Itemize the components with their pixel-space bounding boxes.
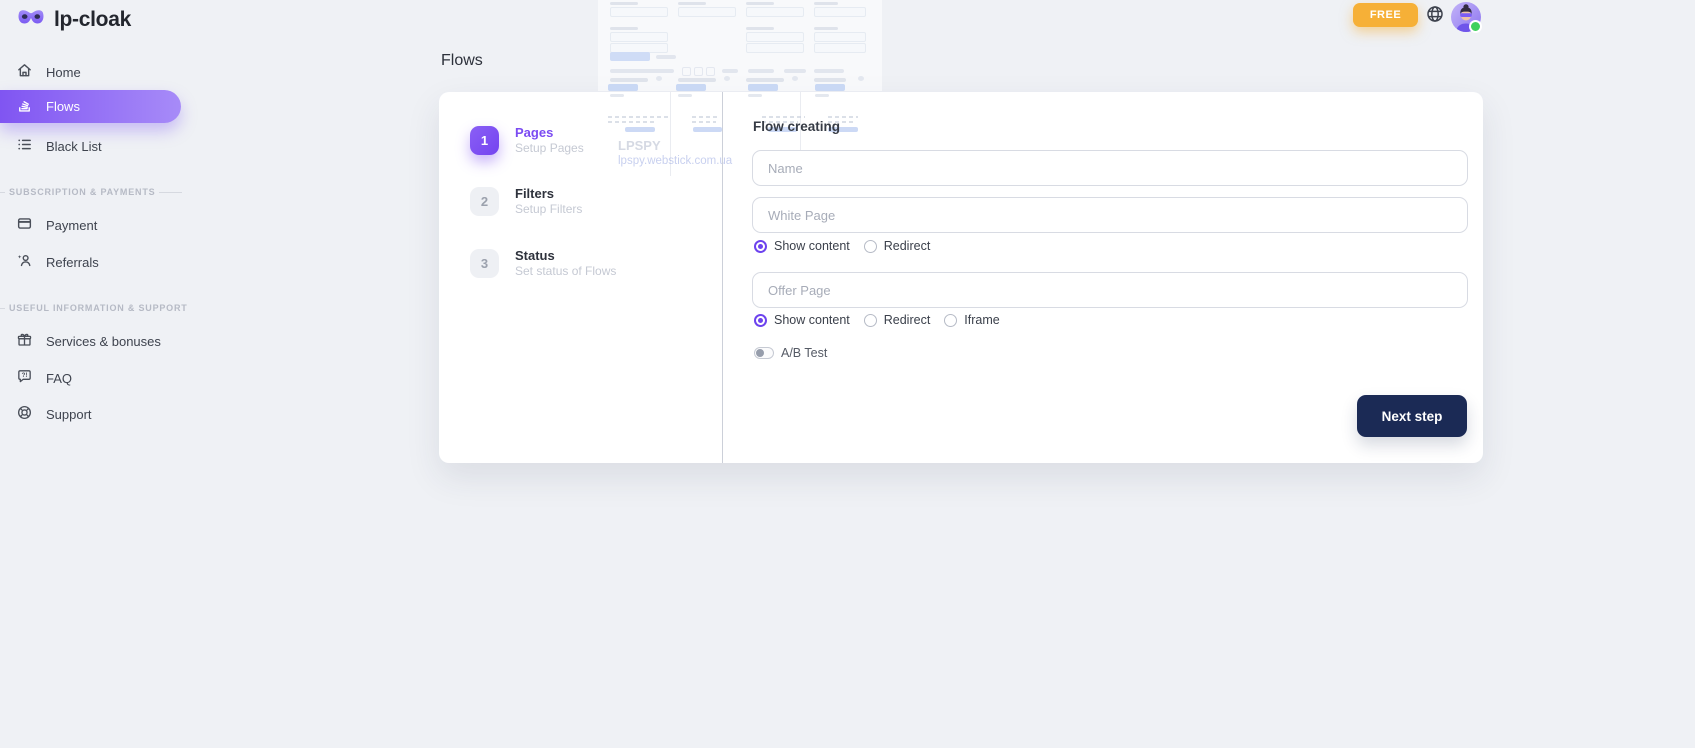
sidebar-item-faq[interactable]: ?! FAQ [0, 360, 200, 396]
ab-test-label: A/B Test [781, 346, 827, 360]
step-title: Pages [515, 125, 584, 140]
page-title: Flows [441, 52, 483, 70]
person-add-icon [16, 252, 33, 272]
card-divider [722, 92, 723, 463]
radio-button[interactable] [864, 314, 877, 327]
radio-label: Redirect [884, 313, 931, 327]
step-subtitle: Setup Filters [515, 202, 582, 217]
white-page-mode-group: Show content Redirect [754, 238, 930, 254]
radio-button[interactable] [864, 240, 877, 253]
radio-iframe[interactable]: Iframe [944, 313, 999, 327]
white-page-input[interactable] [752, 197, 1468, 233]
sidebar-item-label: Services & bonuses [46, 334, 161, 349]
stepper-step-pages[interactable]: 1 Pages Setup Pages [470, 126, 584, 156]
sidebar-item-label: Flows [46, 99, 80, 114]
user-avatar[interactable] [1451, 2, 1481, 32]
radio-button-checked[interactable] [754, 314, 767, 327]
sidebar-item-services-bonuses[interactable]: Services & bonuses [0, 323, 200, 359]
online-status-dot [1469, 20, 1482, 33]
mask-logo-icon [16, 7, 46, 33]
radio-label: Redirect [884, 239, 931, 253]
offer-page-input[interactable] [752, 272, 1468, 308]
radio-redirect[interactable]: Redirect [864, 313, 931, 327]
radio-button[interactable] [944, 314, 957, 327]
sidebar-item-support[interactable]: Support [0, 396, 200, 432]
sidebar-item-black-list[interactable]: Black List [0, 128, 200, 164]
step-number: 1 [470, 126, 499, 155]
radio-button-checked[interactable] [754, 240, 767, 253]
flows-stack-icon [16, 97, 33, 117]
radio-label: Iframe [964, 313, 999, 327]
language-globe-icon[interactable] [1425, 4, 1445, 24]
radio-label: Show content [774, 313, 850, 327]
step-number: 3 [470, 249, 499, 278]
radio-show-content[interactable]: Show content [754, 313, 850, 327]
sidebar: lp-cloak Home Flows [0, 0, 200, 748]
step-number: 2 [470, 187, 499, 216]
sidebar-section-subscription: SUBSCRIPTION & PAYMENTS [0, 185, 192, 199]
sidebar-item-referrals[interactable]: Referrals [0, 244, 200, 280]
stepper-step-filters[interactable]: 2 Filters Setup Filters [470, 187, 582, 217]
gift-icon [16, 331, 33, 351]
offer-page-mode-group: Show content Redirect Iframe [754, 312, 1000, 328]
sidebar-item-label: Home [46, 65, 81, 80]
flow-creating-form: Flow creating Show content Redirect Show… [752, 92, 1468, 463]
sidebar-item-label: FAQ [46, 371, 72, 386]
app-window: LPSPY lpspy.webstick.com.ua lp-cloak [0, 0, 1695, 748]
brand-name: lp-cloak [54, 8, 131, 32]
home-icon [16, 62, 33, 82]
faq-bubble-icon: ?! [16, 368, 33, 388]
sidebar-item-label: Payment [46, 218, 97, 233]
stepper-step-status[interactable]: 3 Status Set status of Flows [470, 249, 616, 279]
step-subtitle: Set status of Flows [515, 264, 616, 279]
radio-redirect[interactable]: Redirect [864, 239, 931, 253]
step-title: Status [515, 248, 616, 263]
sidebar-item-label: Black List [46, 139, 102, 154]
sidebar-item-label: Referrals [46, 255, 99, 270]
sidebar-item-flows[interactable]: Flows [0, 90, 181, 123]
sidebar-item-label: Support [46, 407, 92, 422]
credit-card-icon [16, 215, 33, 235]
svg-text:?!: ?! [22, 372, 28, 379]
form-title: Flow creating [753, 119, 840, 134]
brand-logo[interactable]: lp-cloak [16, 7, 131, 33]
sidebar-item-home[interactable]: Home [0, 54, 200, 90]
radio-show-content[interactable]: Show content [754, 239, 850, 253]
ab-test-toggle-off[interactable] [754, 347, 774, 359]
step-subtitle: Setup Pages [515, 141, 584, 156]
sidebar-item-payment[interactable]: Payment [0, 207, 200, 243]
lifebuoy-icon [16, 404, 33, 424]
flow-creating-card: 1 Pages Setup Pages 2 Filters Setup Filt… [439, 92, 1483, 463]
sidebar-section-support: USEFUL INFORMATION & SUPPORT [0, 301, 192, 315]
plan-badge-button[interactable]: FREE [1353, 3, 1418, 27]
flow-name-input[interactable] [752, 150, 1468, 186]
next-step-button[interactable]: Next step [1357, 395, 1467, 437]
radio-label: Show content [774, 239, 850, 253]
ab-test-row[interactable]: A/B Test [754, 345, 827, 361]
list-icon [16, 136, 33, 156]
step-title: Filters [515, 186, 582, 201]
